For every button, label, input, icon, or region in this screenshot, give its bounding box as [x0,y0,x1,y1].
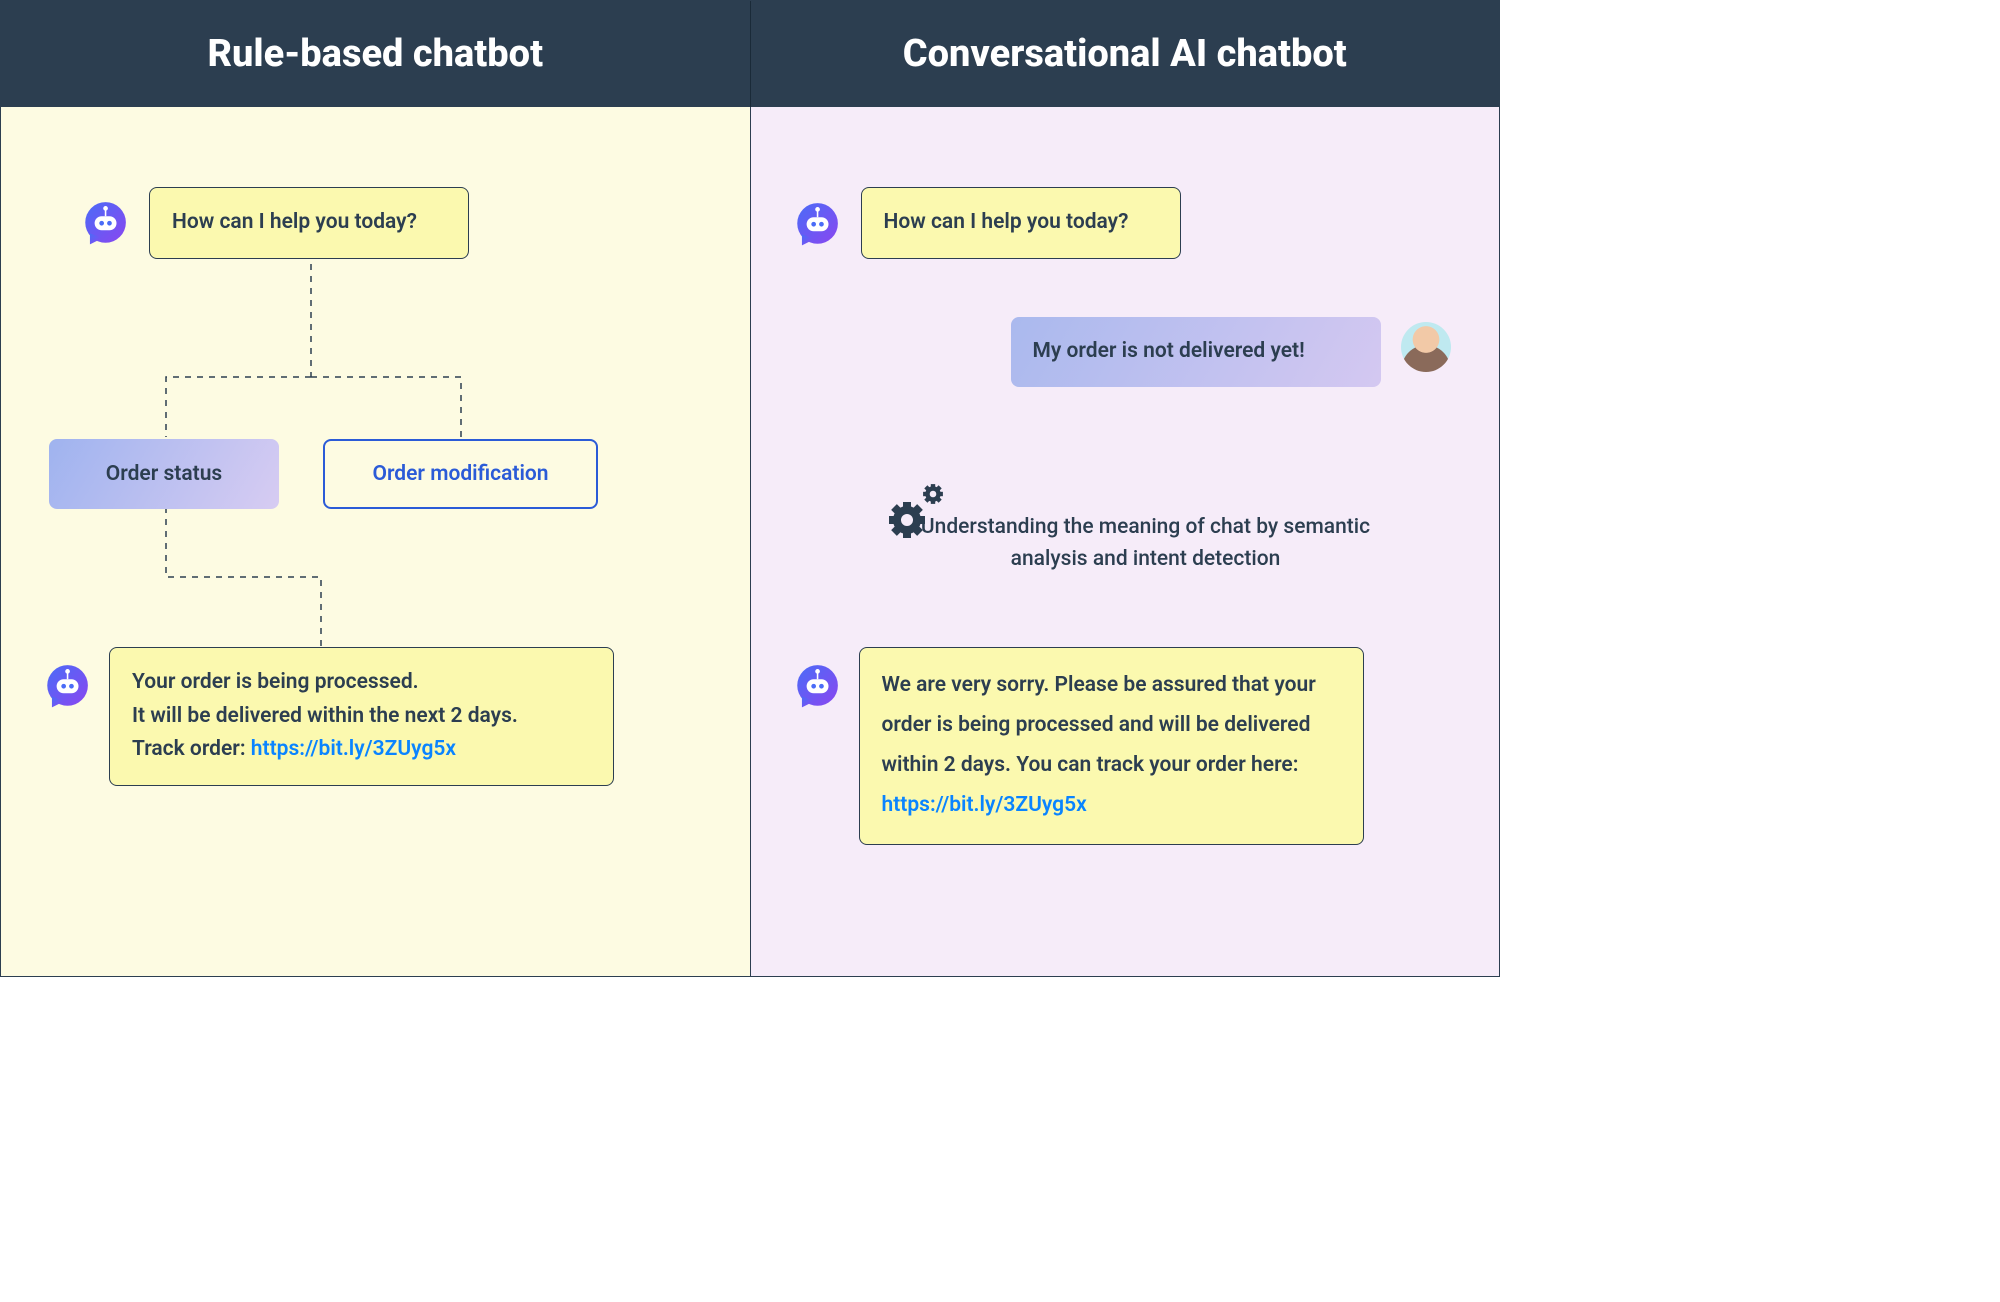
comparison-diagram: Rule-based chatbot Conversational AI cha… [0,0,1500,977]
column-rule-based: How can I help you today? Order status O… [1,107,750,976]
track-label: Track order: [132,737,251,761]
user-message-text: My order is not delivered yet! [1033,339,1305,363]
user-message-bubble: My order is not delivered yet! [1011,317,1381,387]
bot-response-track: Track order: https://bit.ly/3ZUyg5x [132,733,591,767]
bot-response-bubble: We are very sorry. Please be assured tha… [859,647,1364,845]
bot-response-bubble: Your order is being processed. It will b… [109,647,614,786]
bot-greeting-text: How can I help you today? [884,210,1129,234]
option-order-modification[interactable]: Order modification [323,439,598,509]
option-label: Order status [106,462,222,486]
column-conversational-ai: How can I help you today? My order is no… [751,107,1500,976]
bot-response-text: We are very sorry. Please be assured tha… [882,673,1316,777]
track-link[interactable]: https://bit.ly/3ZUyg5x [251,737,456,761]
user-avatar-icon [1401,322,1451,372]
bot-avatar-icon [791,200,841,250]
bot-greeting-text: How can I help you today? [172,210,417,234]
header-right-title: Conversational AI chatbot [751,1,1500,107]
bot-avatar-icon [41,662,91,712]
bot-avatar-icon [791,662,841,712]
header-left-title: Rule-based chatbot [1,1,750,107]
bot-response-line2: It will be delivered within the next 2 d… [132,700,591,734]
body: How can I help you today? Order status O… [1,107,1499,976]
track-link[interactable]: https://bit.ly/3ZUyg5x [882,793,1087,817]
header: Rule-based chatbot Conversational AI cha… [1,1,1499,107]
bot-greeting-bubble: How can I help you today? [149,187,469,259]
bot-avatar-icon [79,199,129,249]
bot-response-line1: Your order is being processed. [132,666,591,700]
bot-greeting-bubble: How can I help you today? [861,187,1181,259]
processing-caption: Understanding the meaning of chat by sem… [911,512,1381,575]
option-order-status[interactable]: Order status [49,439,279,509]
option-label: Order modification [372,462,548,486]
